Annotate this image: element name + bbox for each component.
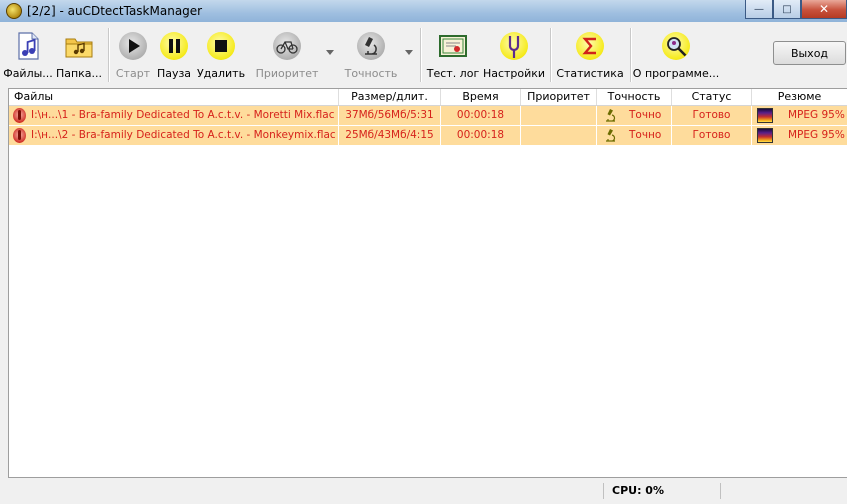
accuracy-dropdown-icon[interactable] <box>405 50 413 55</box>
spectrogram-icon[interactable] <box>757 128 773 143</box>
about-label: О программе... <box>632 67 720 80</box>
status-divider <box>720 483 721 499</box>
accuracy-cell: Точно <box>597 106 672 125</box>
settings-label: Настройки <box>482 67 546 80</box>
time-cell: 00:00:18 <box>441 126 521 145</box>
accuracy-button[interactable]: Точность <box>342 28 400 84</box>
delete-label: Удалить <box>196 67 246 80</box>
size-cell: 25Мб/43Мб/4:15 <box>339 126 441 145</box>
summary-cell: MPEG 95% <box>752 126 847 145</box>
exit-button[interactable]: Выход <box>773 41 846 65</box>
start-button[interactable]: Старт <box>114 28 152 84</box>
status-cell: Готово <box>672 106 752 125</box>
column-header-accuracy[interactable]: Точность <box>597 89 672 105</box>
certificate-icon <box>438 31 468 61</box>
folder-label: Папка... <box>55 67 103 80</box>
window-controls: — □ ✕ <box>745 0 847 20</box>
list-header: Файлы Размер/длит. Время Приоритет Точно… <box>9 89 847 106</box>
music-folder-icon <box>64 31 94 61</box>
status-cell: Готово <box>672 126 752 145</box>
test-log-label: Тест. лог <box>426 67 480 80</box>
status-bar: CPU: 0% <box>0 478 847 504</box>
toolbar-separator <box>550 28 552 82</box>
file-path: I:\н...\2 - Bra-family Dedicated To A.c.… <box>31 129 336 141</box>
settings-button[interactable]: Настройки <box>482 28 546 84</box>
accuracy-value: Точно <box>629 129 662 141</box>
cpu-usage: CPU: 0% <box>603 483 664 499</box>
summary-value: MPEG 95% <box>788 109 845 121</box>
toolbar-separator <box>420 28 422 82</box>
minimize-button[interactable]: — <box>745 0 773 19</box>
column-header-files[interactable]: Файлы <box>9 89 339 105</box>
pause-button[interactable]: Пауза <box>156 28 192 84</box>
column-header-priority[interactable]: Приоритет <box>521 89 597 105</box>
accuracy-cell: Точно <box>597 126 672 145</box>
column-header-summary[interactable]: Резюме <box>752 89 847 105</box>
title-bar: [2/2] - auCDtectTaskManager — □ ✕ <box>0 0 847 22</box>
test-log-button[interactable]: Тест. лог <box>426 28 480 84</box>
toolbar: Файлы... Папка... Старт Пауза Удалить Пр… <box>3 26 847 86</box>
start-label: Старт <box>115 67 151 80</box>
audio-file-icon <box>13 128 26 143</box>
time-cell: 00:00:18 <box>441 106 521 125</box>
about-button[interactable]: О программе... <box>632 28 720 84</box>
file-path: I:\н...\1 - Bra-family Dedicated To A.c.… <box>31 109 335 121</box>
column-header-status[interactable]: Статус <box>672 89 752 105</box>
tuning-fork-icon <box>499 31 529 61</box>
magnifier-icon <box>661 31 691 61</box>
priority-dropdown-icon[interactable] <box>326 50 334 55</box>
maximize-button[interactable]: □ <box>773 0 801 19</box>
file-cell: I:\н...\2 - Bra-family Dedicated To A.c.… <box>9 126 339 145</box>
folder-button[interactable]: Папка... <box>56 28 102 84</box>
column-header-time[interactable]: Время <box>441 89 521 105</box>
close-button[interactable]: ✕ <box>801 0 847 19</box>
priority-label: Приоритет <box>255 67 319 80</box>
column-header-size[interactable]: Размер/длит. <box>339 89 441 105</box>
accuracy-value: Точно <box>629 109 662 121</box>
microscope-icon <box>606 109 616 122</box>
microscope-icon <box>606 129 616 142</box>
file-cell: I:\н...\1 - Bra-family Dedicated To A.c.… <box>9 106 339 125</box>
files-label: Файлы... <box>3 67 53 80</box>
spectrogram-icon[interactable] <box>757 108 773 123</box>
toolbar-separator <box>108 28 110 82</box>
priority-cell <box>521 106 597 125</box>
size-cell: 37Мб/56Мб/5:31 <box>339 106 441 125</box>
bicycle-icon <box>272 31 302 61</box>
table-row[interactable]: I:\н...\2 - Bra-family Dedicated To A.c.… <box>9 126 847 146</box>
statistics-label: Статистика <box>556 67 624 80</box>
music-file-icon <box>13 31 43 61</box>
stop-icon <box>206 31 236 61</box>
audio-file-icon <box>13 108 26 123</box>
file-list: Файлы Размер/длит. Время Приоритет Точно… <box>8 88 847 478</box>
summary-value: MPEG 95% <box>788 129 845 141</box>
toolbar-separator <box>630 28 632 82</box>
table-row[interactable]: I:\н...\1 - Bra-family Dedicated To A.c.… <box>9 106 847 126</box>
statistics-button[interactable]: Статистика <box>556 28 624 84</box>
pause-icon <box>159 31 189 61</box>
priority-cell <box>521 126 597 145</box>
microscope-icon <box>356 31 386 61</box>
play-icon <box>118 31 148 61</box>
accuracy-label: Точность <box>344 67 398 80</box>
window-title: [2/2] - auCDtectTaskManager <box>27 4 203 18</box>
app-icon <box>6 3 22 19</box>
files-button[interactable]: Файлы... <box>3 28 53 84</box>
main-frame: Файлы... Папка... Старт Пауза Удалить Пр… <box>0 22 847 504</box>
sigma-icon <box>575 31 605 61</box>
summary-cell: MPEG 95% <box>752 106 847 125</box>
priority-button[interactable]: Приоритет <box>256 28 318 84</box>
pause-label: Пауза <box>156 67 192 80</box>
delete-button[interactable]: Удалить <box>197 28 245 84</box>
